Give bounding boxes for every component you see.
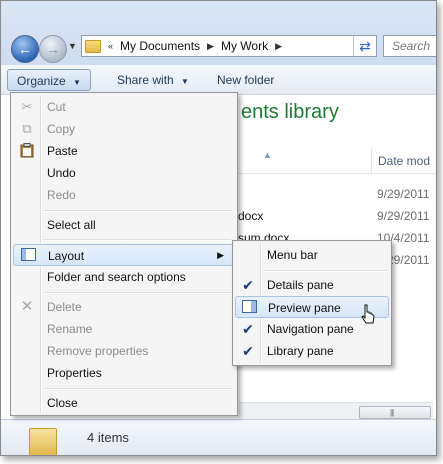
menu-item-cut[interactable]: ✂ Cut [13, 96, 235, 118]
organize-button[interactable]: Organize ▼ [7, 69, 91, 91]
breadcrumb-my-documents[interactable]: My Documents [116, 39, 204, 53]
menu-item-label: Paste [47, 144, 78, 158]
menu-item-label: Preview pane [268, 301, 341, 315]
menu-item-label: Delete [47, 300, 82, 314]
menu-separator [43, 239, 231, 241]
breadcrumb-chevron-icon[interactable]: ▶ [204, 41, 217, 52]
file-name[interactable]: docx [238, 209, 263, 223]
menu-separator [43, 210, 231, 212]
new-folder-button[interactable]: New folder [208, 69, 283, 91]
organize-menu: ✂ Cut ⧉ Copy Paste Undo Redo Select all [10, 92, 238, 416]
menu-item-label: Redo [47, 188, 76, 202]
menu-item-undo[interactable]: Undo [13, 162, 235, 184]
scissors-icon: ✂ [21, 99, 33, 114]
command-bar: Organize ▼ Share with ▼ New folder [1, 65, 436, 95]
forward-arrow-icon: → [46, 41, 60, 57]
menu-item-label: Navigation pane [267, 322, 354, 336]
refresh-button[interactable]: ⇄ [353, 36, 376, 56]
menu-item-label: Folder and search options [47, 270, 186, 284]
layout-icon-svg [20, 248, 36, 261]
search-input[interactable]: Search [383, 35, 436, 57]
menu-item-label: Select all [47, 218, 96, 232]
mouse-pointer-icon [361, 304, 375, 324]
menu-item-details-pane[interactable]: ✔ Details pane [235, 274, 389, 296]
menu-item-label: Menu bar [267, 248, 318, 262]
checkmark-icon: ✔ [242, 321, 254, 337]
back-arrow-icon: ← [18, 41, 32, 57]
breadcrumb-my-work[interactable]: My Work [217, 39, 272, 53]
folder-icon [85, 39, 101, 53]
menu-item-remove-properties[interactable]: Remove properties [13, 340, 235, 362]
organize-label: Organize [17, 74, 66, 88]
forward-button[interactable]: → [39, 35, 67, 63]
checkmark-icon: ✔ [242, 343, 254, 359]
menu-item-label: Properties [47, 366, 102, 380]
menu-item-label: Remove properties [47, 344, 149, 358]
chevron-down-icon: ▼ [73, 78, 81, 87]
menu-separator [43, 292, 231, 294]
menu-item-rename[interactable]: Rename [13, 318, 235, 340]
preview-pane-icon-svg [241, 300, 257, 313]
file-date: 9/29/2011 [377, 187, 430, 201]
file-date: 9/29/2011 [377, 209, 430, 223]
menu-item-redo[interactable]: Redo [13, 184, 235, 206]
menu-item-paste[interactable]: Paste [13, 140, 235, 162]
share-with-label: Share with [117, 73, 174, 87]
recent-pages-dropdown-icon[interactable]: ▼ [68, 41, 77, 51]
grip-icon: ||| [390, 408, 394, 417]
details-pane: 4 items [1, 419, 436, 455]
menu-separator [263, 270, 387, 272]
breadcrumb-chevron-icon[interactable]: ▶ [272, 41, 285, 52]
share-with-button[interactable]: Share with ▼ [108, 69, 198, 91]
column-header-date-modified[interactable]: Date mod [371, 149, 430, 173]
address-bar-area: ← → ▼ « My Documents ▶ My Work ▶ ⇄ Searc… [1, 1, 436, 65]
refresh-icon: ⇄ [359, 37, 371, 54]
address-box[interactable]: « My Documents ▶ My Work ▶ [81, 35, 377, 57]
clipboard-icon-svg [20, 143, 34, 158]
menu-item-select-all[interactable]: Select all [13, 214, 235, 236]
checkmark-icon: ✔ [242, 277, 254, 293]
menu-item-label: Copy [47, 122, 76, 136]
menu-item-label: Cut [47, 100, 66, 114]
chevron-down-icon: ▼ [181, 77, 189, 86]
back-button[interactable]: ← [11, 35, 39, 63]
library-title: ents library [241, 101, 339, 123]
submenu-arrow-icon: ▶ [217, 250, 224, 260]
layout-icon [20, 248, 36, 264]
clipboard-icon [19, 143, 35, 159]
menu-item-properties[interactable]: Properties [13, 362, 235, 384]
delete-x-icon: ✕ [20, 298, 34, 315]
menu-item-copy[interactable]: ⧉ Copy [13, 118, 235, 140]
menu-item-label: Layout [48, 249, 85, 263]
menu-item-label: Rename [47, 322, 93, 336]
menu-item-close[interactable]: Close [13, 392, 235, 414]
menu-separator [43, 388, 231, 390]
menu-item-label: Library pane [267, 344, 334, 358]
breadcrumb-overflow-icon[interactable]: « [105, 41, 116, 51]
menu-item-library-pane[interactable]: ✔ Library pane [235, 340, 389, 362]
menu-item-delete[interactable]: ✕ Delete [13, 296, 235, 318]
sort-up-icon: ▲ [263, 150, 272, 160]
preview-pane-icon [241, 300, 257, 316]
menu-item-label: Close [47, 396, 78, 410]
menu-item-menu-bar[interactable]: Menu bar [235, 244, 389, 266]
horizontal-scrollbar[interactable]: ||| [239, 402, 433, 420]
layout-submenu: Menu bar ✔ Details pane Preview pane ✔ N… [232, 240, 392, 366]
menu-item-label: Details pane [267, 278, 334, 292]
copy-icon: ⧉ [22, 121, 32, 136]
folder-icon [29, 428, 57, 455]
menu-item-layout[interactable]: Layout ▶ [13, 244, 235, 266]
scrollbar-thumb[interactable]: ||| [359, 406, 431, 419]
menu-item-label: Undo [47, 166, 76, 180]
items-count: 4 items [87, 430, 129, 445]
menu-item-folder-options[interactable]: Folder and search options [13, 266, 235, 288]
